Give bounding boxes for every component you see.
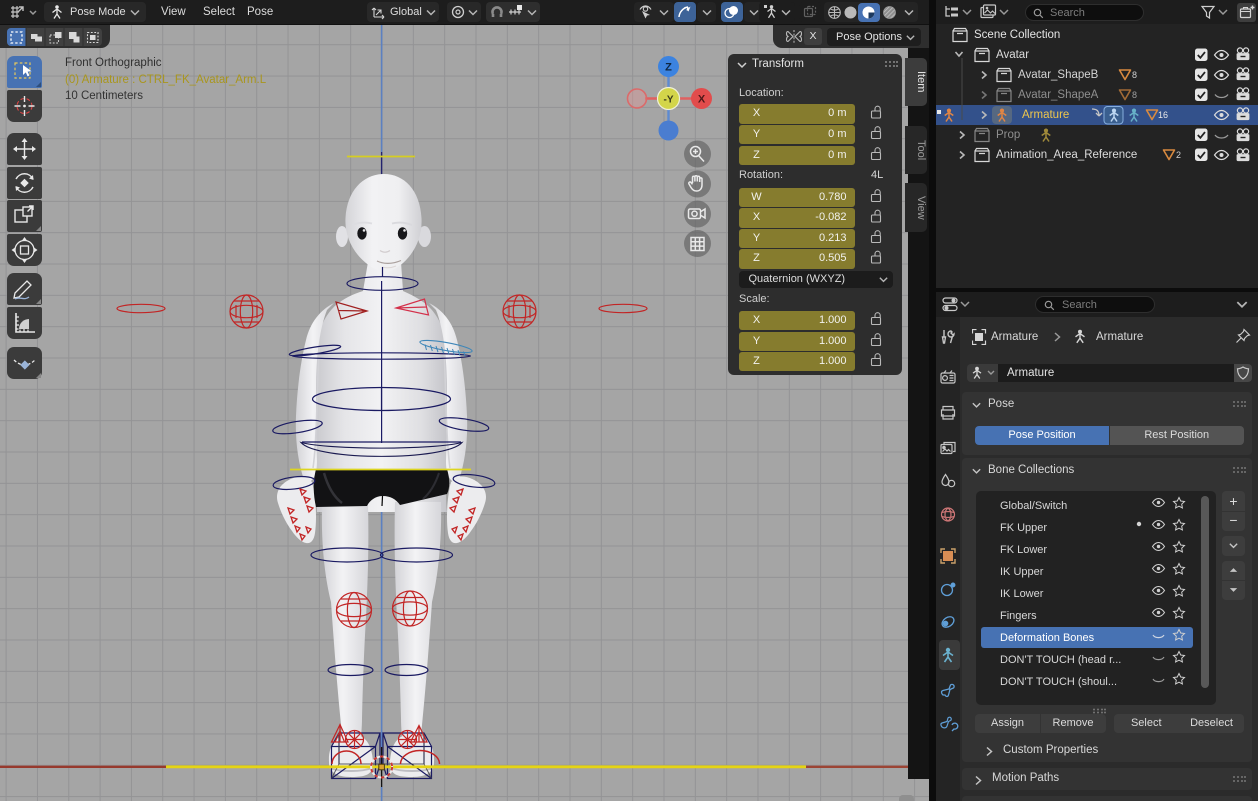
svg-text:X: X [698,94,706,106]
svg-text:-Y: -Y [664,95,674,106]
svg-text:Z: Z [665,62,672,74]
